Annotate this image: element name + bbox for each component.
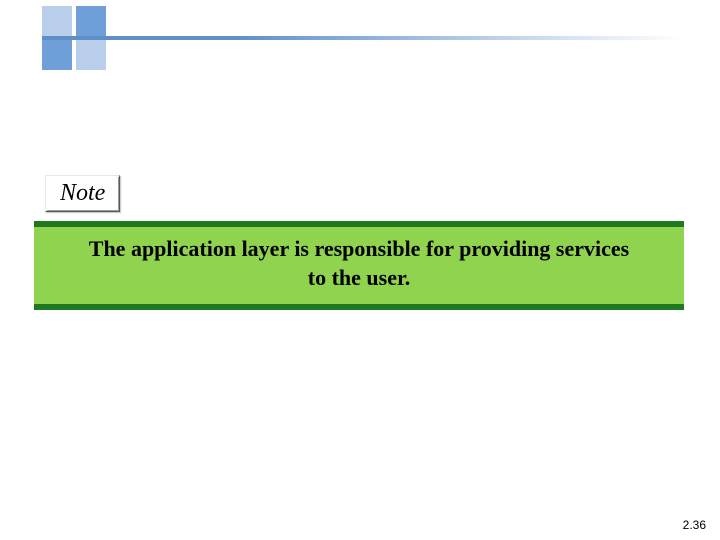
square-cross-icon (42, 6, 116, 80)
header-rule (42, 36, 682, 40)
motif-square (42, 6, 72, 36)
note-banner: The application layer is responsible for… (34, 221, 684, 310)
note-banner-text: The application layer is responsible for… (79, 235, 639, 292)
note-label-box: Note (45, 175, 120, 212)
motif-square (76, 6, 106, 36)
motif-square (76, 40, 106, 70)
page-number: 2.36 (683, 518, 706, 532)
motif-square (42, 40, 72, 70)
